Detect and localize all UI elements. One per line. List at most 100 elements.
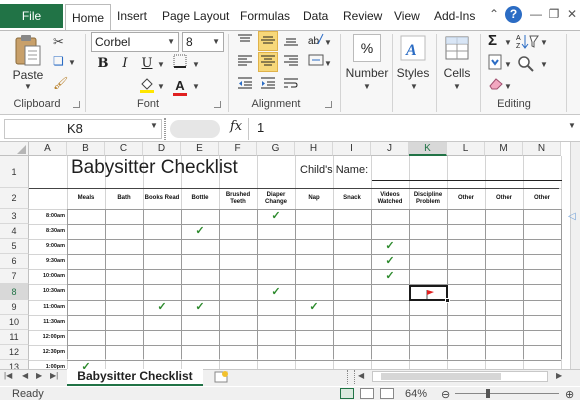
normal-view-icon[interactable]	[340, 388, 354, 399]
align-center-icon[interactable]	[258, 52, 278, 72]
tab-data[interactable]: Data	[297, 4, 334, 28]
row-header[interactable]: 10	[0, 315, 29, 330]
underline-dropdown-icon[interactable]: ▼	[157, 60, 165, 69]
font-color-button[interactable]: A	[170, 76, 190, 96]
orientation-dropdown-icon[interactable]: ▼	[324, 38, 332, 47]
formula-bar-splitter[interactable]	[164, 118, 166, 140]
column-header[interactable]: F	[219, 142, 257, 156]
bold-button[interactable]: B	[93, 54, 113, 74]
fill-color-icon[interactable]	[137, 76, 157, 96]
horizontal-scroll-thumb[interactable]	[381, 373, 501, 380]
styles-button[interactable]: Styles	[394, 66, 432, 80]
font-size-combo[interactable]: 8 ▼	[182, 32, 224, 52]
borders-dropdown-icon[interactable]: ▼	[192, 60, 200, 69]
page-layout-view-icon[interactable]	[360, 388, 374, 399]
expand-formula-bar-icon[interactable]: ▼	[568, 121, 576, 130]
new-sheet-icon[interactable]	[212, 370, 230, 384]
number-dropdown-icon[interactable]: ▼	[363, 82, 371, 91]
cut-icon[interactable]: ✂	[53, 34, 64, 50]
font-launcher-icon[interactable]	[214, 101, 221, 108]
column-header[interactable]: N	[523, 142, 561, 156]
worksheet-grid[interactable]: ABCDEFGHIJKLMN 1 2 3 4 5 6 7 8 9 10 11 12 13 Babysit…	[0, 142, 570, 371]
select-all-corner[interactable]	[0, 142, 29, 156]
cells-icon[interactable]	[442, 33, 472, 63]
row-header[interactable]: 4	[0, 224, 29, 239]
scroll-left-icon[interactable]: ◀	[358, 371, 364, 380]
last-sheet-icon[interactable]: ▶|	[50, 371, 58, 380]
name-box-dropdown-icon[interactable]: ▼	[150, 121, 158, 130]
percent-icon[interactable]: %	[353, 34, 381, 62]
align-left-icon[interactable]	[235, 53, 255, 73]
fill-dropdown-icon[interactable]: ▼	[504, 60, 512, 69]
paste-button[interactable]: Paste	[10, 68, 46, 82]
row-header[interactable]: 1	[0, 156, 29, 188]
cells-dropdown-icon[interactable]: ▼	[453, 82, 461, 91]
formula-input[interactable]: 1	[257, 120, 264, 135]
tab-add-ins[interactable]: Add-Ins	[428, 4, 481, 28]
zoom-slider-thumb[interactable]	[486, 389, 490, 398]
underline-button[interactable]: U	[137, 54, 157, 74]
zoom-slider[interactable]	[455, 393, 559, 394]
fill-icon[interactable]	[488, 54, 502, 70]
file-tab[interactable]: File	[0, 4, 63, 28]
tab-split-handle[interactable]	[347, 370, 355, 384]
column-header[interactable]: G	[257, 142, 295, 156]
zoom-out-icon[interactable]: ⊖	[441, 388, 450, 401]
column-header[interactable]: J	[371, 142, 409, 156]
row-header[interactable]: 11	[0, 330, 29, 345]
align-right-icon[interactable]	[281, 53, 301, 73]
row-header[interactable]: 9	[0, 300, 29, 315]
align-top-icon[interactable]	[235, 32, 255, 52]
alignment-launcher-icon[interactable]	[325, 101, 332, 108]
row-header[interactable]: 5	[0, 239, 29, 254]
column-header[interactable]: E	[181, 142, 219, 156]
tab-formulas[interactable]: Formulas	[234, 4, 296, 28]
prev-sheet-icon[interactable]: ◀	[22, 371, 28, 380]
column-header[interactable]: B	[67, 142, 105, 156]
insert-function-button[interactable]: fx	[230, 119, 242, 134]
collapse-ribbon-icon[interactable]: ⌃	[486, 6, 502, 22]
find-dropdown-icon[interactable]: ▼	[540, 60, 548, 69]
orientation-icon[interactable]: ab	[306, 32, 326, 52]
merge-center-icon[interactable]	[306, 53, 326, 73]
next-sheet-icon[interactable]: ▶	[36, 371, 42, 380]
font-name-combo[interactable]: Corbel ▼	[91, 32, 179, 52]
minimize-icon[interactable]: —	[528, 6, 544, 22]
page-break-view-icon[interactable]	[380, 388, 394, 399]
tab-home[interactable]: Home	[65, 4, 112, 31]
decrease-indent-icon[interactable]	[235, 75, 255, 95]
find-select-icon[interactable]	[516, 54, 538, 72]
column-header[interactable]: M	[485, 142, 523, 156]
vertical-scrollbar[interactable]	[570, 142, 580, 369]
wrap-text-icon[interactable]	[281, 75, 301, 95]
font-color-dropdown-icon[interactable]: ▼	[192, 82, 200, 91]
clipboard-launcher-icon[interactable]	[73, 101, 80, 108]
clear-dropdown-icon[interactable]: ▼	[504, 82, 512, 91]
zoom-level[interactable]: 64%	[405, 388, 427, 400]
sheet-tab-babysitter[interactable]: Babysitter Checklist	[67, 369, 203, 386]
align-bottom-icon[interactable]	[281, 32, 301, 52]
paste-icon[interactable]	[13, 34, 43, 68]
number-button[interactable]: Number	[345, 66, 389, 80]
first-sheet-icon[interactable]: |◀	[4, 371, 12, 380]
paste-dropdown-icon[interactable]: ▼	[24, 82, 32, 91]
autosum-icon[interactable]: Σ	[488, 32, 497, 49]
column-header[interactable]: D	[143, 142, 181, 156]
row-header[interactable]: 3	[0, 209, 29, 224]
styles-dropdown-icon[interactable]: ▼	[410, 82, 418, 91]
scroll-right-icon[interactable]: ▶	[556, 371, 562, 380]
italic-button[interactable]: I	[115, 54, 135, 74]
close-icon[interactable]: ✕	[564, 6, 580, 22]
autosum-dropdown-icon[interactable]: ▼	[504, 38, 512, 47]
cells-button[interactable]: Cells	[440, 66, 474, 80]
column-header[interactable]: C	[105, 142, 143, 156]
row-header[interactable]: 6	[0, 254, 29, 269]
format-painter-icon[interactable]: 🖌	[53, 76, 68, 90]
copy-dropdown-icon[interactable]: ▼	[68, 58, 76, 67]
align-middle-icon[interactable]	[258, 31, 278, 51]
fill-color-dropdown-icon[interactable]: ▼	[157, 82, 165, 91]
borders-icon[interactable]	[170, 54, 190, 74]
zoom-in-icon[interactable]: ⊕	[565, 388, 574, 401]
column-header[interactable]: A	[29, 142, 67, 156]
row-header[interactable]: 7	[0, 269, 29, 284]
